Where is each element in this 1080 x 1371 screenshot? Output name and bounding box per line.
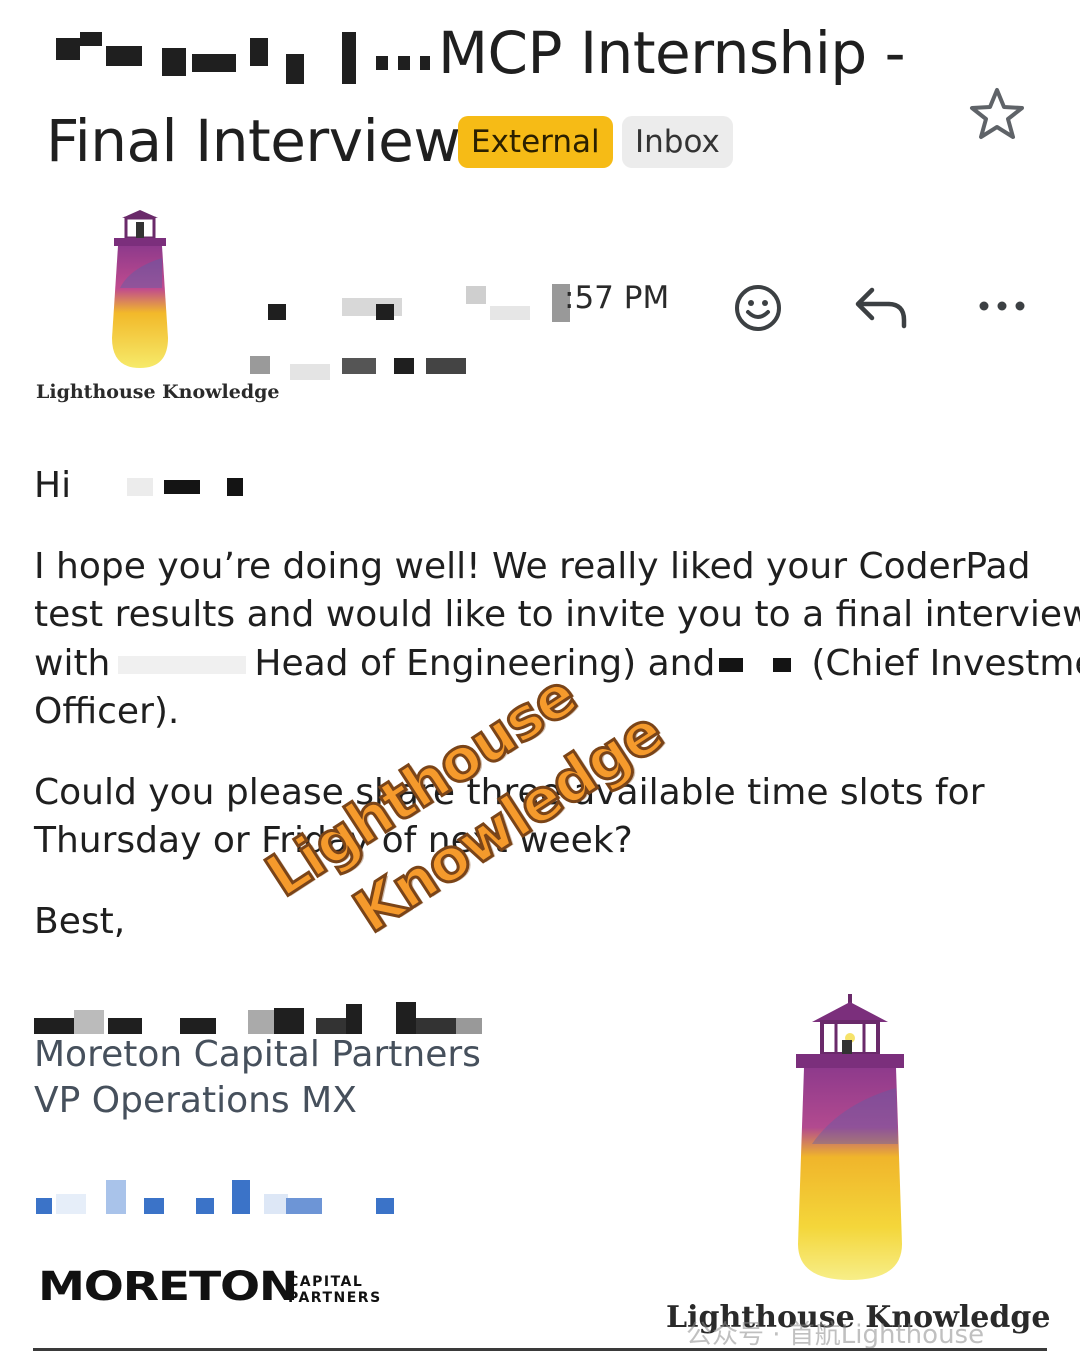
emoji-reaction-icon[interactable] (730, 280, 786, 336)
sender-logo-caption: Lighthouse Knowledge (36, 381, 280, 403)
redacted-sender-email (250, 350, 480, 384)
more-horizontal-icon[interactable] (972, 284, 1032, 328)
signature-role: VP Operations MX (34, 1080, 357, 1121)
divider (33, 1348, 1047, 1351)
redacted-subject-prefix (376, 56, 388, 70)
body-line-5: Could you please share three available t… (34, 771, 985, 813)
redacted-subject-prefix (80, 32, 102, 46)
redacted-subject-prefix (286, 54, 304, 84)
wechat-watermark: 公众号 · 首航Lighthouse (686, 1320, 985, 1350)
redacted-sender-name (262, 284, 562, 324)
redacted-recipient-name (126, 478, 153, 496)
email-body: Hi I hope you’re doing well! We really l… (34, 462, 1080, 946)
redacted-recipient-name (227, 478, 244, 496)
email-time: :57 PM (564, 280, 670, 316)
label-inbox[interactable]: Inbox (622, 116, 733, 168)
redacted-recipient-name (163, 480, 200, 494)
redacted-signature-contact (36, 1180, 406, 1216)
redacted-subject-prefix (398, 56, 410, 70)
redacted-subject-prefix (192, 54, 236, 72)
redacted-signer-name (34, 1000, 494, 1036)
subject-text-line2: Final Interview (46, 107, 461, 175)
sender-avatar-logo (100, 208, 180, 374)
moreton-logo-word: MORETON (38, 1264, 298, 1310)
greeting-line: Hi (34, 462, 1044, 511)
moreton-logo-sub: CAPITAL PARTNERS (288, 1274, 382, 1306)
body-line-1: I hope you’re doing well! We really like… (34, 545, 1031, 587)
signoff: Best, (34, 900, 126, 942)
redacted-subject-prefix (342, 32, 356, 84)
greeting: Hi (34, 465, 72, 506)
redacted-subject-prefix (420, 56, 430, 70)
reply-icon[interactable] (852, 280, 912, 336)
label-external[interactable]: External (458, 116, 613, 168)
signature-company: Moreton Capital Partners (34, 1034, 481, 1075)
redacted-subject-prefix (250, 38, 268, 66)
body-line-2: test results and would like to invite yo… (34, 594, 1080, 635)
redacted-subject-prefix (56, 38, 80, 60)
body-line-4: Officer). (34, 691, 180, 732)
body-line-3: with Head of Engineering) and (Chief Inves… (34, 642, 1080, 684)
redacted-cio-name (773, 657, 792, 672)
redacted-subject-prefix (106, 46, 142, 66)
email-subject: MCP Internship - (52, 24, 932, 94)
star-icon[interactable] (966, 84, 1028, 146)
redacted-subject-prefix (162, 48, 186, 76)
subject-text-line1: MCP Internship - (438, 19, 906, 87)
lighthouse-watermark-logo (790, 994, 910, 1284)
moreton-logo: MORETON CAPITAL PARTNERS (38, 1264, 398, 1310)
body-line-6: Thursday or Friday of next week? (34, 820, 633, 861)
redacted-engineer-name (118, 655, 247, 674)
redacted-cio-name (719, 657, 744, 672)
